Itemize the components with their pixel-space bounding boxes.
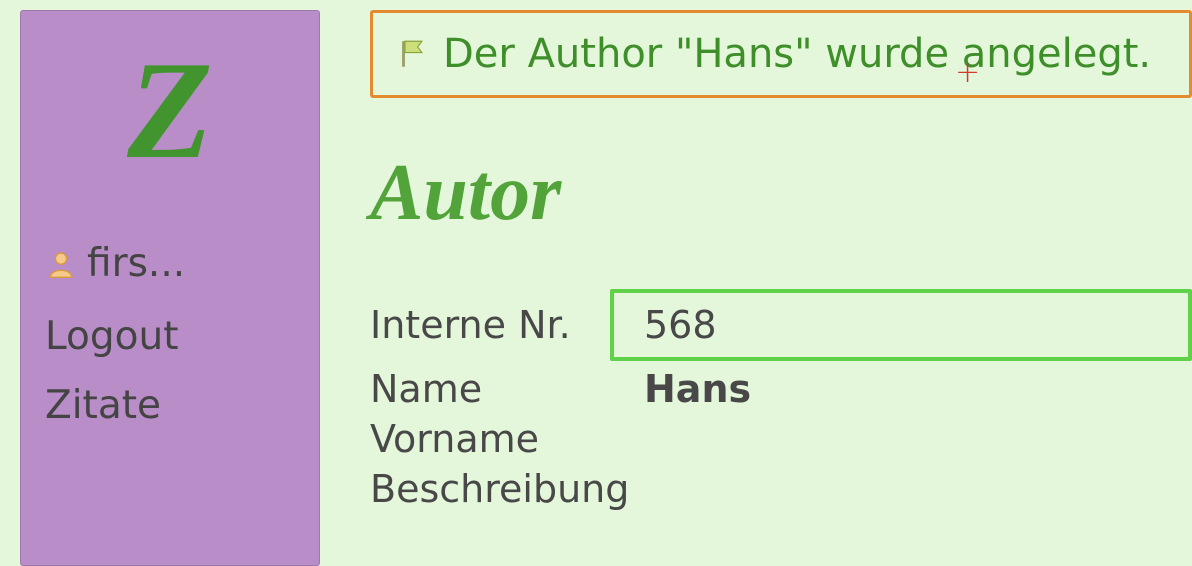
sidebar-link-logout[interactable]: Logout [45, 314, 295, 359]
sidebar-user[interactable]: firs... [45, 241, 295, 286]
app-logo: Z [45, 41, 295, 181]
user-icon [45, 248, 77, 280]
value-name: Hans [610, 367, 1192, 411]
label-beschreibung: Beschreibung [370, 467, 610, 511]
label-interne-nr: Interne Nr. [370, 303, 610, 347]
flash-message: Der Author "Hans" wurde angelegt. [443, 31, 1151, 77]
app-root: Z firs... Logout Zitate Der Author "Hans… [0, 0, 1192, 566]
label-name: Name [370, 367, 610, 411]
sidebar: Z firs... Logout Zitate [20, 10, 320, 566]
page-title: Autor [370, 148, 1192, 239]
value-interne-nr-box: 568 [610, 289, 1192, 361]
flash-success: Der Author "Hans" wurde angelegt. [370, 10, 1192, 98]
value-interne-nr: 568 [644, 303, 717, 347]
sidebar-user-label: firs... [87, 241, 185, 286]
sidebar-link-zitate[interactable]: Zitate [45, 383, 295, 428]
author-detail-grid: Interne Nr. 568 Name Hans Vorname Beschr… [370, 289, 1192, 511]
label-vorname: Vorname [370, 417, 610, 461]
flag-icon [395, 37, 429, 71]
main-content: Der Author "Hans" wurde angelegt. + Auto… [320, 10, 1192, 566]
